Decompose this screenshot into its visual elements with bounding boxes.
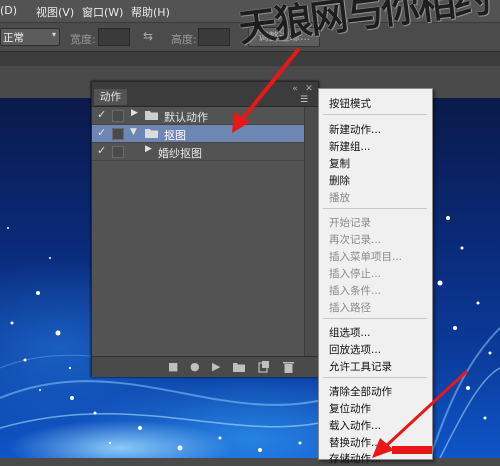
annotation-arrows [232, 48, 468, 458]
arrow-to-save-actions [372, 370, 468, 458]
arrow-to-selected-set [232, 48, 300, 133]
